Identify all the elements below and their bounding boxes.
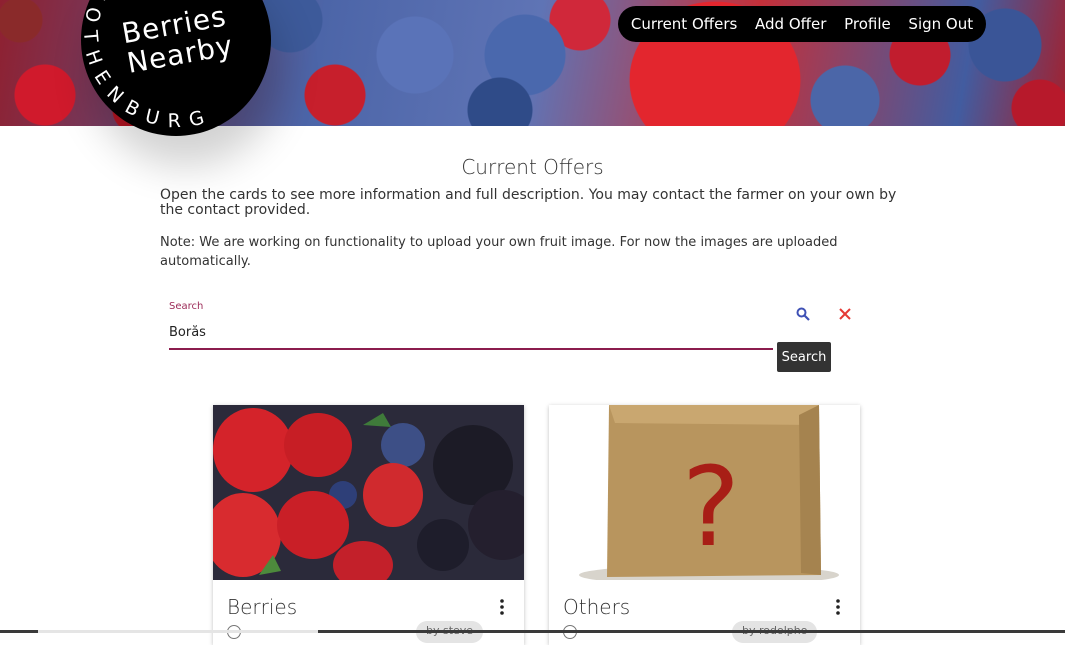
- card-title: Others: [563, 595, 631, 619]
- mystery-box-photo: ?: [549, 405, 860, 580]
- search-icon[interactable]: [792, 303, 814, 325]
- offer-card-berries[interactable]: Berries by steve: [213, 405, 524, 645]
- note-text: Note: We are working on functionality to…: [160, 235, 838, 269]
- search-button[interactable]: Search: [777, 342, 831, 372]
- intro-text: Open the cards to see more information a…: [160, 187, 897, 218]
- page-title: Current Offers: [461, 155, 604, 179]
- close-icon[interactable]: [834, 303, 856, 325]
- nav-profile[interactable]: Profile: [844, 15, 891, 33]
- nav-sign-out[interactable]: Sign Out: [908, 15, 973, 33]
- more-options-icon[interactable]: [495, 598, 509, 616]
- card-title: Berries: [227, 595, 298, 619]
- search-label: Search: [169, 301, 204, 312]
- main-nav: Current Offers Add Offer Profile Sign Ou…: [618, 6, 986, 42]
- search-input[interactable]: [169, 320, 769, 344]
- search-underline: [169, 348, 773, 350]
- berries-photo: [213, 405, 524, 580]
- nav-current-offers[interactable]: Current Offers: [631, 15, 737, 33]
- more-options-icon[interactable]: [831, 598, 845, 616]
- svg-text:?: ?: [682, 443, 740, 571]
- nav-add-offer[interactable]: Add Offer: [755, 15, 826, 33]
- offer-card-others[interactable]: ? Others by rodolpho: [549, 405, 860, 645]
